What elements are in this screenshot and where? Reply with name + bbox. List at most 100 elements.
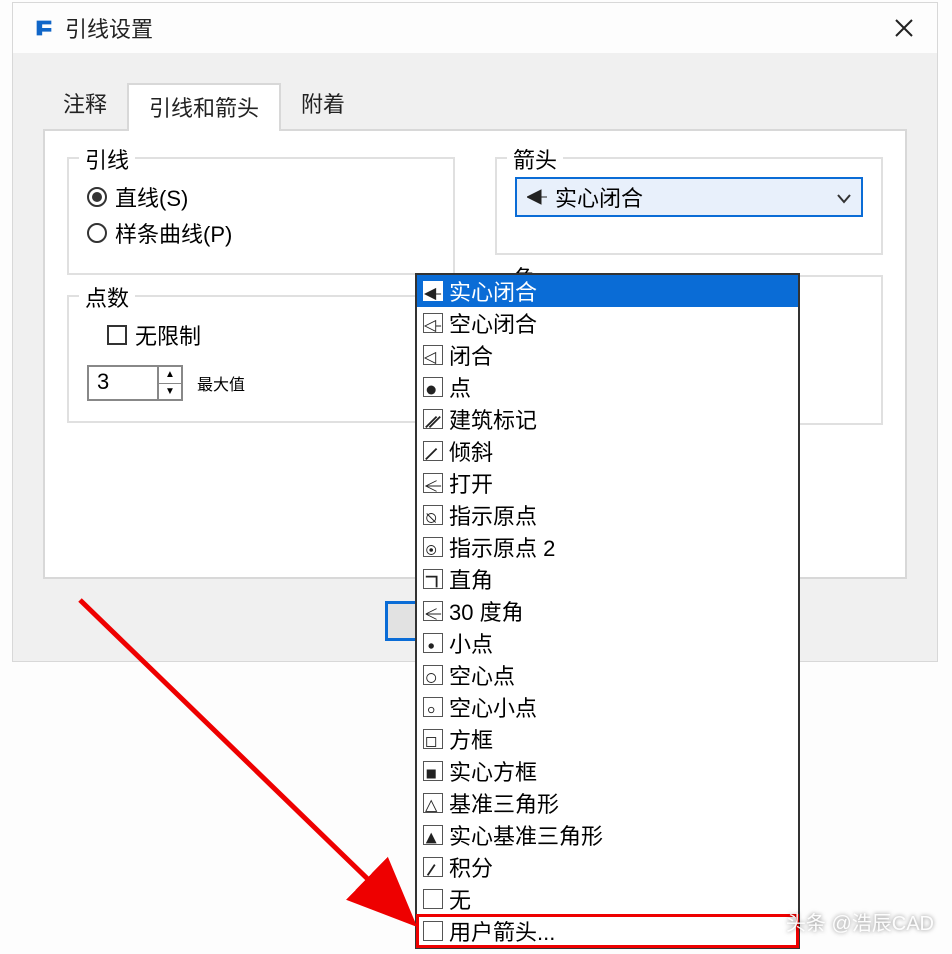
dropdown-item[interactable]: 用户箭头... <box>417 915 798 947</box>
dropdown-item[interactable]: 指示原点 <box>417 499 798 531</box>
arrowhead-option-icon <box>423 505 443 525</box>
tab-attach[interactable]: 附着 <box>281 81 365 129</box>
dropdown-item-label: 指示原点 <box>449 499 537 531</box>
dropdown-item-label: 倾斜 <box>449 435 493 467</box>
dropdown-item[interactable]: 无 <box>417 883 798 915</box>
radio-icon <box>87 187 107 207</box>
arrowhead-option-icon <box>423 889 443 909</box>
dropdown-item-label: 无 <box>449 883 471 915</box>
group-points: 点数 无限制 3 ▲ ▼ 最大值 <box>67 295 455 423</box>
checkbox-unlimited-label: 无限制 <box>135 319 201 351</box>
arrowhead-option-icon <box>423 409 443 429</box>
max-points-spinner[interactable]: 3 ▲ ▼ <box>87 365 183 401</box>
tab-leader-arrow[interactable]: 引线和箭头 <box>127 83 281 131</box>
group-arrow: 箭头 实心闭合 <box>495 157 883 255</box>
arrowhead-option-icon <box>423 473 443 493</box>
dropdown-item-label: 用户箭头... <box>449 915 555 947</box>
max-points-value[interactable]: 3 <box>89 367 157 399</box>
arrowhead-option-icon <box>423 793 443 813</box>
radio-line[interactable]: 直线(S) <box>87 181 435 213</box>
dropdown-item-label: 空心点 <box>449 659 515 691</box>
dropdown-item[interactable]: 打开 <box>417 467 798 499</box>
arrowhead-option-icon <box>423 345 443 365</box>
app-icon <box>33 17 55 39</box>
arrowhead-option-icon <box>423 633 443 653</box>
dropdown-item-label: 空心闭合 <box>449 307 537 339</box>
group-points-legend: 点数 <box>79 281 135 313</box>
group-leader-legend: 引线 <box>79 143 135 175</box>
dropdown-item-label: 实心闭合 <box>449 275 537 307</box>
dropdown-item-label: 基准三角形 <box>449 787 559 819</box>
dropdown-item-label: 实心方框 <box>449 755 537 787</box>
dropdown-item[interactable]: 方框 <box>417 723 798 755</box>
titlebar: 引线设置 <box>13 3 937 53</box>
arrowhead-option-icon <box>423 857 443 877</box>
dropdown-item[interactable]: 30 度角 <box>417 595 798 627</box>
left-column: 引线 直线(S) 样条曲线(P) 点数 无限制 3 <box>67 157 455 551</box>
dropdown-item[interactable]: 倾斜 <box>417 435 798 467</box>
dropdown-item[interactable]: 积分 <box>417 851 798 883</box>
arrowhead-option-icon <box>423 537 443 557</box>
arrowhead-option-icon <box>423 441 443 461</box>
radio-icon <box>87 223 107 243</box>
spinner-buttons[interactable]: ▲ ▼ <box>157 367 181 399</box>
dropdown-item-label: 空心小点 <box>449 691 537 723</box>
dropdown-item-label: 小点 <box>449 627 493 659</box>
dropdown-item[interactable]: 闭合 <box>417 339 798 371</box>
arrowhead-dropdown-list[interactable]: 实心闭合空心闭合闭合点建筑标记倾斜打开指示原点指示原点 2直角30 度角小点空心… <box>415 273 800 949</box>
dropdown-item-label: 直角 <box>449 563 493 595</box>
arrowhead-option-icon <box>423 761 443 781</box>
dropdown-item-label: 闭合 <box>449 339 493 371</box>
dialog-title: 引线设置 <box>65 12 153 44</box>
dropdown-item[interactable]: 空心闭合 <box>417 307 798 339</box>
dropdown-item[interactable]: 空心点 <box>417 659 798 691</box>
dropdown-item-label: 指示原点 2 <box>449 531 555 563</box>
max-points-label: 最大值 <box>197 371 245 395</box>
arrowhead-option-icon <box>423 665 443 685</box>
dropdown-item[interactable]: 建筑标记 <box>417 403 798 435</box>
arrowhead-option-icon <box>423 921 443 941</box>
dropdown-item[interactable]: 空心小点 <box>417 691 798 723</box>
spinner-down-icon[interactable]: ▼ <box>159 384 181 400</box>
arrowhead-option-icon <box>423 377 443 397</box>
arrowhead-option-icon <box>423 825 443 845</box>
arrowhead-option-icon <box>423 729 443 749</box>
chevron-down-icon <box>837 184 851 210</box>
dropdown-item-label: 点 <box>449 371 471 403</box>
dropdown-item[interactable]: 实心闭合 <box>417 275 798 307</box>
radio-line-label: 直线(S) <box>115 181 188 213</box>
watermark: 头条 @浩辰CAD <box>786 907 934 936</box>
arrowhead-selected-label: 实心闭合 <box>555 181 643 213</box>
arrowhead-option-icon <box>423 601 443 621</box>
arrowhead-option-icon <box>423 313 443 333</box>
arrowhead-option-icon <box>423 569 443 589</box>
arrowhead-filled-icon <box>527 189 547 205</box>
dropdown-item-label: 方框 <box>449 723 493 755</box>
dropdown-item[interactable]: 实心方框 <box>417 755 798 787</box>
close-icon <box>894 18 914 38</box>
radio-spline[interactable]: 样条曲线(P) <box>87 217 435 249</box>
arrowhead-option-icon <box>423 281 443 301</box>
arrowhead-option-icon <box>423 697 443 717</box>
dropdown-item[interactable]: 直角 <box>417 563 798 595</box>
dropdown-item-label: 30 度角 <box>449 595 524 627</box>
dropdown-item-label: 实心基准三角形 <box>449 819 603 851</box>
dropdown-item[interactable]: 基准三角形 <box>417 787 798 819</box>
dropdown-item-label: 建筑标记 <box>449 403 537 435</box>
checkbox-icon <box>107 325 127 345</box>
dropdown-item[interactable]: 小点 <box>417 627 798 659</box>
radio-spline-label: 样条曲线(P) <box>115 217 232 249</box>
dropdown-item[interactable]: 点 <box>417 371 798 403</box>
group-leader: 引线 直线(S) 样条曲线(P) <box>67 157 455 275</box>
tab-annotation[interactable]: 注释 <box>43 81 127 129</box>
arrowhead-combobox[interactable]: 实心闭合 <box>515 177 863 217</box>
dropdown-item-label: 积分 <box>449 851 493 883</box>
group-arrow-legend: 箭头 <box>507 143 563 175</box>
dropdown-item-label: 打开 <box>449 467 493 499</box>
close-button[interactable] <box>879 3 929 53</box>
dropdown-item[interactable]: 实心基准三角形 <box>417 819 798 851</box>
spinner-up-icon[interactable]: ▲ <box>159 367 181 384</box>
checkbox-unlimited[interactable]: 无限制 <box>107 319 435 351</box>
tab-strip: 注释 引线和箭头 附着 <box>13 53 937 129</box>
dropdown-item[interactable]: 指示原点 2 <box>417 531 798 563</box>
